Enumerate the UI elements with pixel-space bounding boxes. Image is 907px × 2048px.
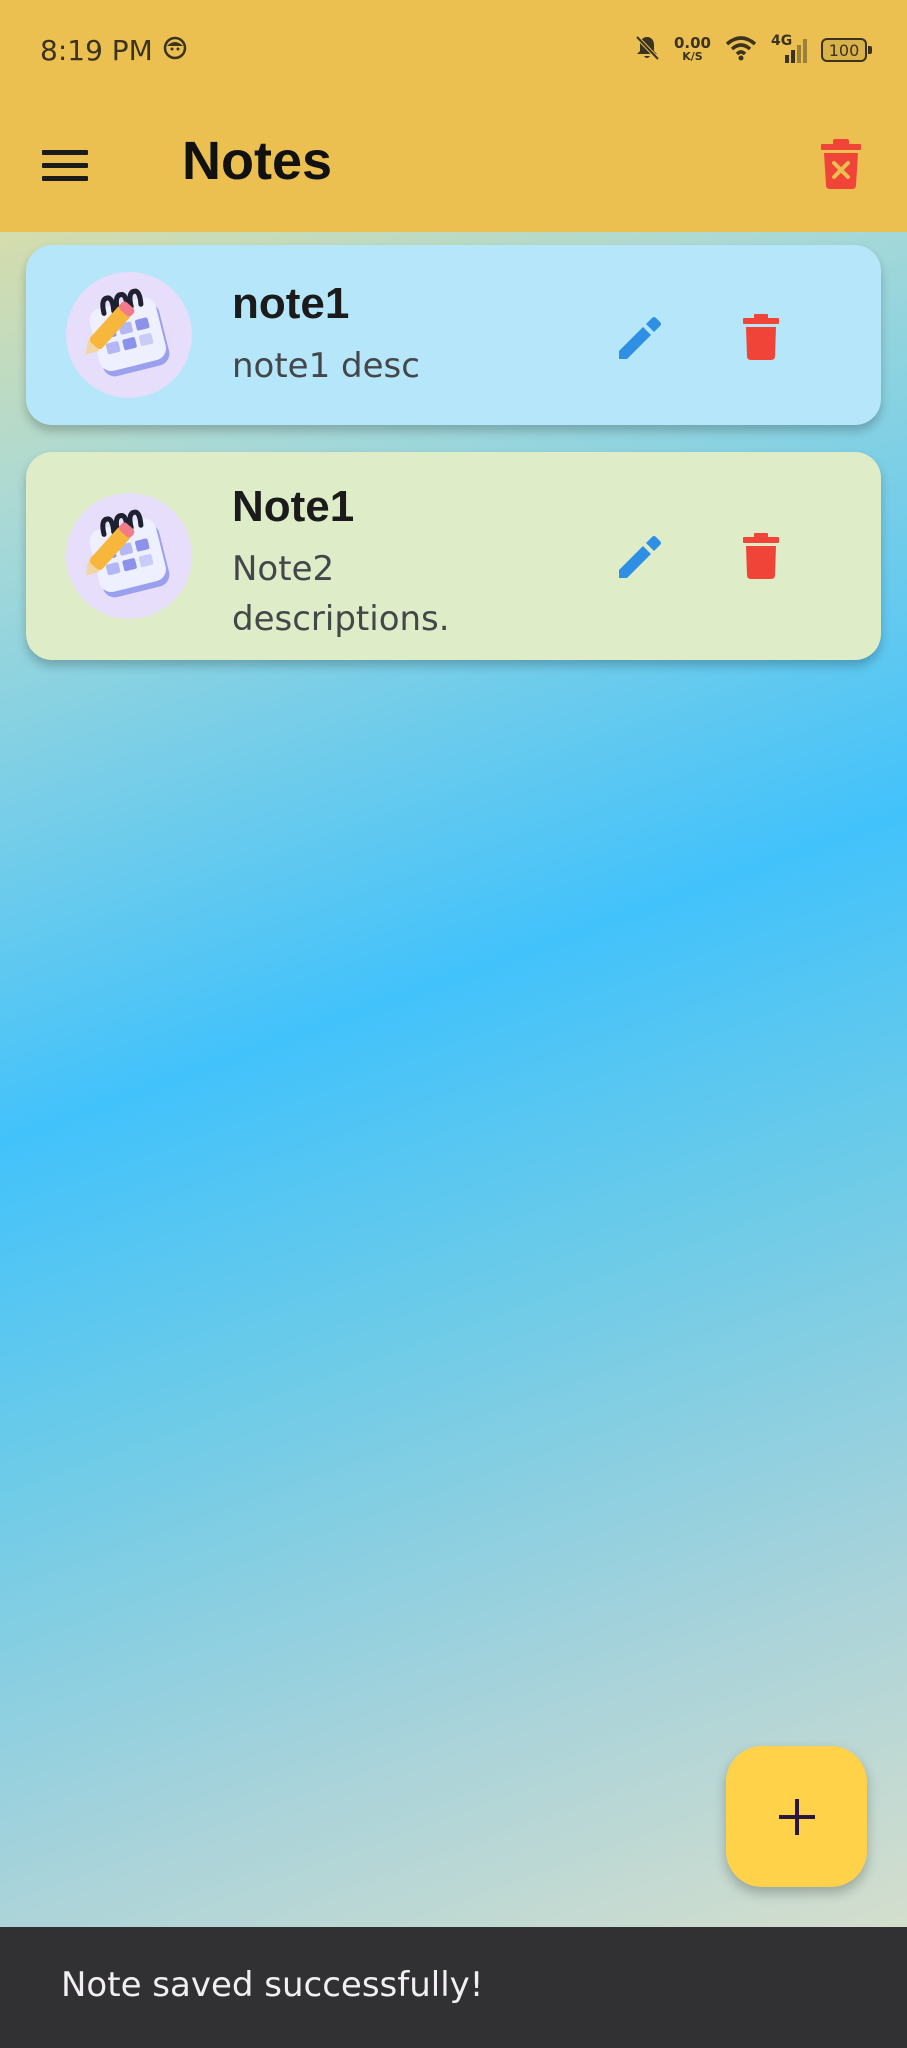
menu-icon: [42, 150, 88, 181]
wifi-icon: [725, 35, 757, 66]
delete-all-icon: [821, 139, 861, 189]
note-description: Note2 descriptions.: [232, 549, 450, 639]
delete-note-button[interactable]: [729, 305, 793, 369]
delete-all-button[interactable]: [809, 132, 873, 196]
note-title: note1: [232, 279, 350, 328]
face-notification-icon: [163, 36, 187, 60]
notepad-illustration-icon: [85, 288, 170, 377]
network-speed-unit: K/S: [682, 50, 703, 63]
edit-note-button[interactable]: [609, 305, 673, 369]
add-note-button[interactable]: [726, 1746, 867, 1887]
menu-button[interactable]: [36, 136, 96, 196]
snackbar-message: Note saved successfully!: [61, 1965, 484, 2005]
edit-note-button[interactable]: [609, 524, 673, 588]
status-icons: 0.00 K/S 4G 100: [634, 30, 872, 70]
plus-icon: [778, 1798, 815, 1835]
note-title: Note1: [232, 482, 355, 531]
page-title: Notes: [182, 131, 333, 191]
trash-icon: [743, 314, 779, 360]
note-card[interactable]: note1 note1 desc: [26, 245, 881, 425]
delete-note-button[interactable]: [729, 524, 793, 588]
network-speed-value: 0.00: [673, 34, 711, 52]
bell-off-icon: [634, 34, 660, 67]
snackbar: Note saved successfully!: [0, 1927, 907, 2048]
note-avatar: [66, 493, 192, 619]
app-bar: Notes: [0, 100, 907, 232]
cellular-signal-icon: 4G: [771, 33, 807, 65]
status-bar: 8:19 PM 0.00 K/S 4G 100: [0, 0, 907, 100]
trash-icon: [743, 533, 779, 579]
pencil-icon: [619, 317, 661, 359]
pencil-icon: [619, 536, 661, 578]
status-time: 8:19 PM: [40, 34, 153, 67]
network-speed: 0.00 K/S: [674, 36, 711, 64]
note-avatar: [66, 272, 192, 398]
note-description: note1 desc: [232, 346, 420, 386]
note-card[interactable]: Note1 Note2 descriptions.: [26, 452, 881, 660]
battery-indicator: 100: [821, 38, 872, 62]
notepad-illustration-icon: [85, 509, 170, 598]
